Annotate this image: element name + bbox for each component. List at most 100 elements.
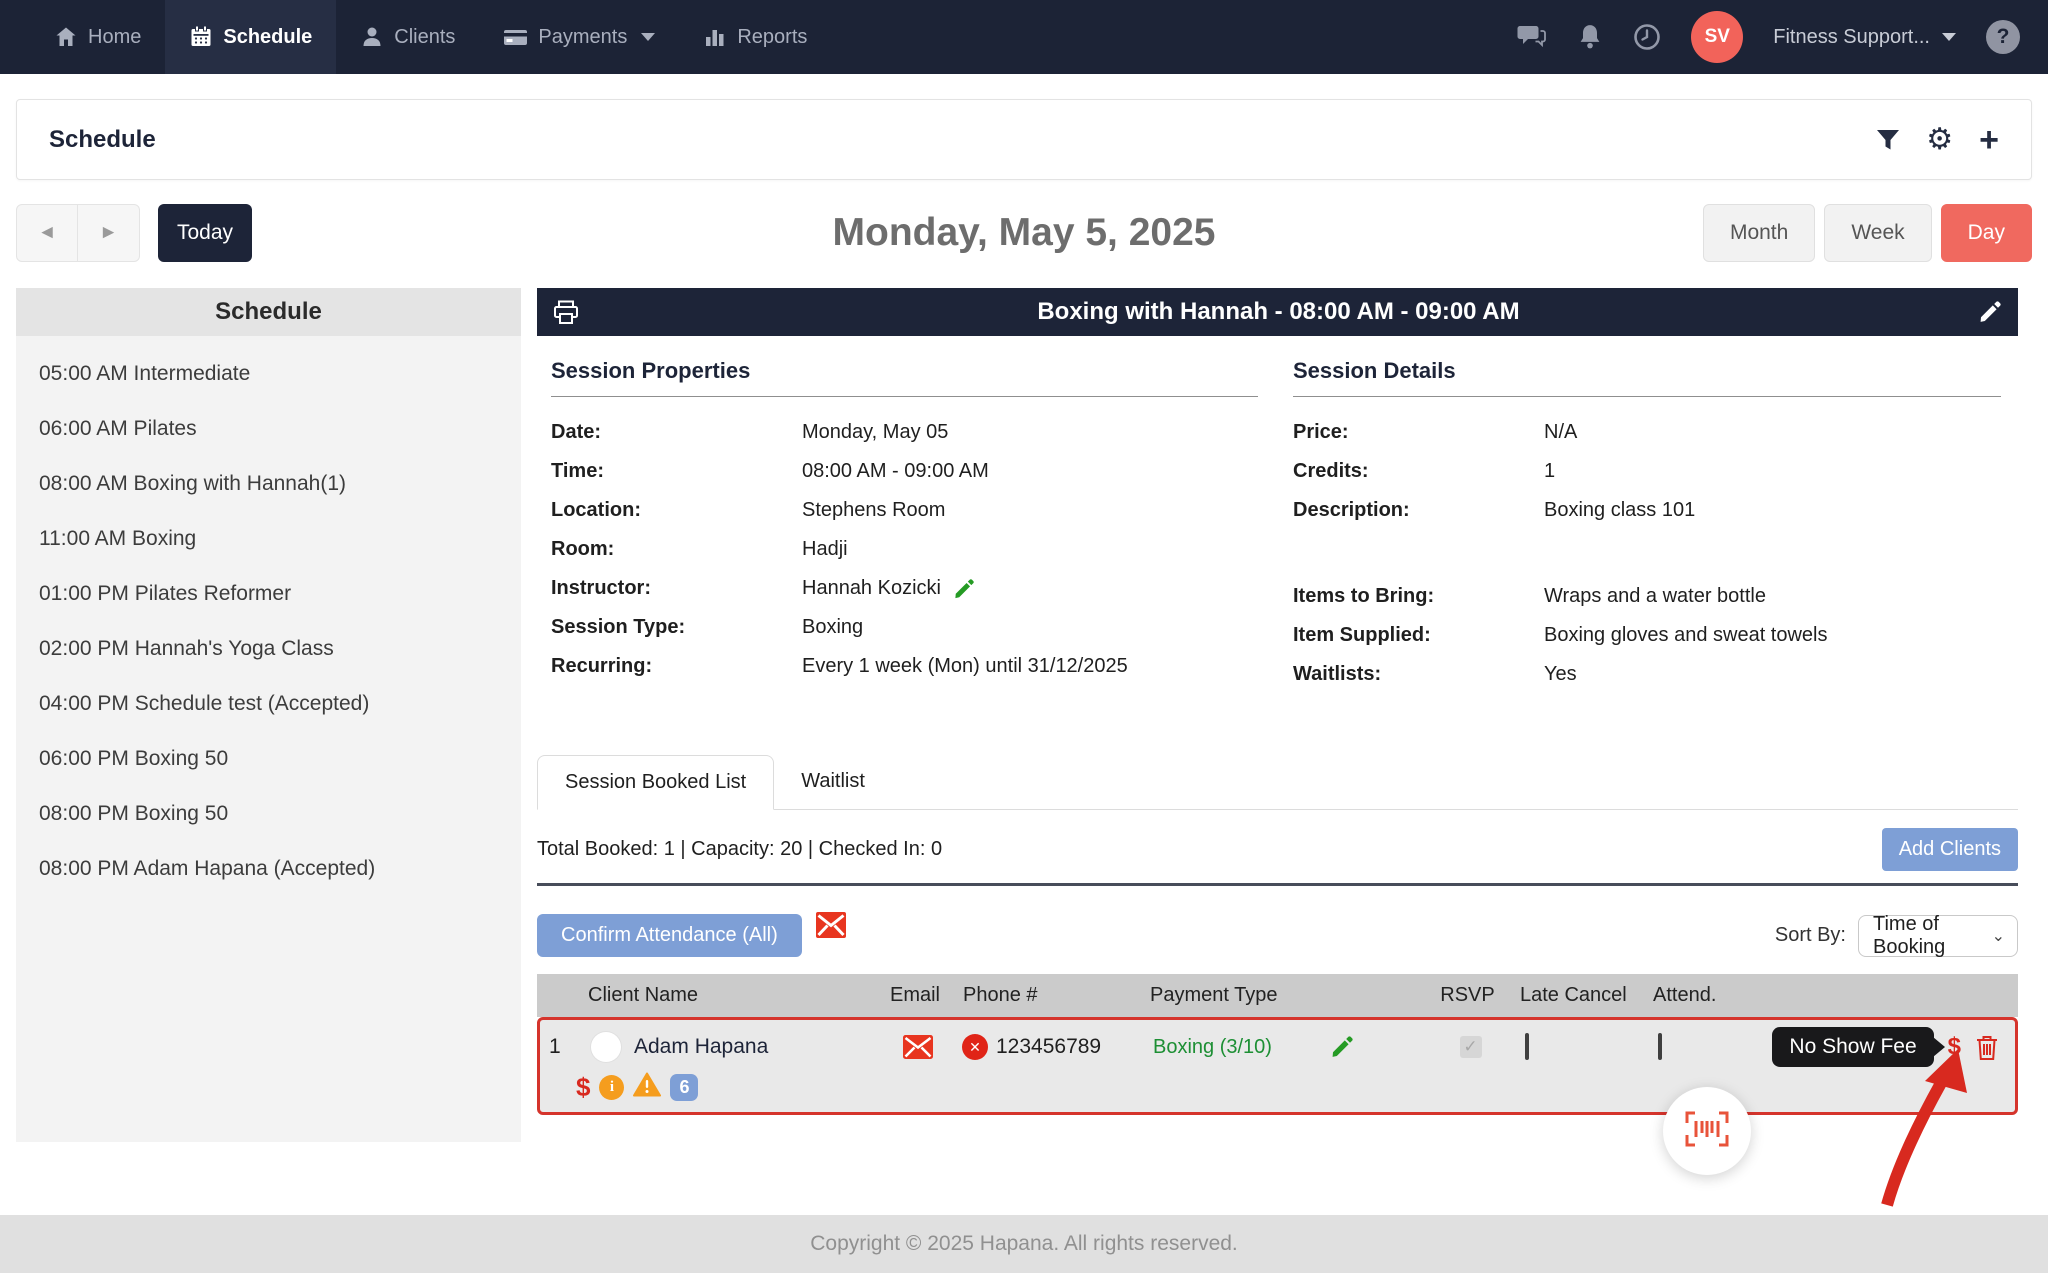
view-switcher: Month Week Day [1703,204,2032,262]
booked-list-header: Client Name Email Phone # Payment Type R… [537,974,2018,1017]
date-arrows: ◄ ► [16,204,140,262]
payment-due-icon[interactable]: $ [576,1072,590,1103]
attend-checkbox[interactable] [1658,1033,1662,1060]
print-icon[interactable] [553,300,579,325]
tab-session-booked-list[interactable]: Session Booked List [537,755,774,810]
chevron-down-icon: ⌄ [1992,926,2005,946]
sidebar-session-item[interactable]: 02:00 PM Hannah's Yoga Class [39,637,511,661]
page-title: Schedule [49,126,156,154]
prev-day-button[interactable]: ◄ [16,204,78,262]
sort-select-value: Time of Booking [1873,913,1992,959]
nav-item-payments[interactable]: Payments [479,0,679,74]
session-properties: Session Properties Date: Monday, May 05 … [551,358,1258,694]
col-header-client-name: Client Name [585,984,885,1007]
content: Schedule 05:00 AM Intermediate 06:00 AM … [16,288,2018,1142]
section-heading: Session Details [1293,358,2001,384]
client-phone: 123456789 [996,1035,1101,1059]
confirm-attendance-button[interactable]: Confirm Attendance (All) [537,914,802,957]
delete-booking-icon[interactable] [1975,1034,1999,1061]
sidebar-session-list: 05:00 AM Intermediate 06:00 AM Pilates 0… [16,336,521,1142]
property-label: Instructor: [551,577,802,600]
property-value: Every 1 week (Mon) until 31/12/2025 [802,655,1128,678]
add-clients-button[interactable]: Add Clients [1882,828,2018,871]
chart-icon [703,25,727,49]
detail-label: Items to Bring: [1293,585,1544,608]
property-row: Time: 08:00 AM - 09:00 AM [551,452,1258,491]
bell-icon[interactable] [1577,23,1603,51]
footer: Copyright © 2025 Hapana. All rights rese… [0,1215,2048,1273]
sidebar-session-item[interactable]: 05:00 AM Intermediate [39,362,511,386]
session-details: Session Details Price: N/A Credits: 1 De… [1293,358,2001,694]
info-icon[interactable]: i [599,1075,624,1100]
property-value: Hadji [802,538,848,561]
plus-icon[interactable]: + [1979,123,1999,157]
sort-select[interactable]: Time of Booking ⌄ [1858,915,2018,957]
payment-type-value: Boxing (3/10) [1153,1036,1272,1059]
tab-waitlist[interactable]: Waitlist [774,755,892,810]
chevron-down-icon [641,33,655,41]
nav-item-home[interactable]: Home [30,0,165,74]
header-actions: ⚙ + [1876,123,1999,157]
day-view-button[interactable]: Day [1941,204,2032,262]
session-panel: Boxing with Hannah - 08:00 AM - 09:00 AM… [537,288,2018,1115]
detail-label: Price: [1293,421,1544,444]
nav-item-schedule[interactable]: Schedule [165,0,336,74]
navbar-right: SV Fitness Support... ? [1517,0,2048,74]
email-all-icon[interactable] [816,912,846,943]
property-label: Date: [551,421,802,444]
avatar[interactable]: SV [1691,11,1743,63]
next-day-button[interactable]: ► [78,204,140,262]
detail-row: Waitlists: Yes [1293,655,2001,694]
clock-icon[interactable] [1633,23,1661,51]
sort-by-label: Sort By: [1775,924,1846,947]
sidebar-session-item[interactable]: 08:00 AM Boxing with Hannah(1) [39,472,511,496]
nav-item-clients[interactable]: Clients [336,0,479,74]
nav-item-label: Home [88,26,141,49]
chevron-down-icon [1942,33,1956,41]
late-cancel-checkbox[interactable] [1525,1033,1529,1060]
email-client-icon[interactable] [903,1035,933,1059]
attendance-toolbar: Confirm Attendance (All) Sort By: Time o… [537,914,2018,957]
property-value: Monday, May 05 [802,421,948,444]
gear-icon[interactable]: ⚙ [1926,125,1953,155]
client-name[interactable]: Adam Hapana [634,1035,768,1059]
week-view-button[interactable]: Week [1824,204,1931,262]
today-button[interactable]: Today [158,204,252,262]
sidebar-session-item[interactable]: 11:00 AM Boxing [39,527,511,551]
calendar-icon [189,25,213,49]
property-row: Room: Hadji [551,530,1258,569]
help-icon[interactable]: ? [1986,20,2020,54]
sidebar-session-item[interactable]: 08:00 PM Adam Hapana (Accepted) [39,857,511,881]
scan-barcode-button[interactable] [1663,1087,1751,1175]
sidebar-session-item[interactable]: 04:00 PM Schedule test (Accepted) [39,692,511,716]
account-label: Fitness Support... [1773,26,1930,49]
session-title: Boxing with Hannah - 08:00 AM - 09:00 AM [579,298,1978,326]
section-heading: Session Properties [551,358,1258,384]
sidebar-session-item[interactable]: 06:00 AM Pilates [39,417,511,441]
sidebar-title: Schedule [16,288,521,336]
month-view-button[interactable]: Month [1703,204,1815,262]
property-label: Time: [551,460,802,483]
detail-row: Items to Bring: Wraps and a water bottle [1293,577,2001,616]
nav-item-reports[interactable]: Reports [679,0,831,74]
nav-item-label: Clients [394,26,455,49]
charge-fee-icon[interactable]: $ [1948,1033,1961,1061]
warning-icon[interactable] [633,1072,661,1102]
detail-value: Yes [1544,663,1577,686]
client-row: 1 Adam Hapana ✕ 123456789 Boxing (3/10) [540,1027,2015,1067]
chat-icon[interactable] [1517,23,1547,51]
sidebar-session-item[interactable]: 08:00 PM Boxing 50 [39,802,511,826]
edit-session-icon[interactable] [1978,300,2002,324]
property-row: Instructor: Hannah Kozicki [551,569,1258,608]
account-menu[interactable]: Fitness Support... [1773,26,1956,49]
edit-payment-icon[interactable] [1330,1035,1354,1059]
detail-label: Item Supplied: [1293,624,1544,647]
copyright-text: Copyright © 2025 Hapana. All rights rese… [810,1232,1238,1256]
section-divider [1293,396,2001,397]
edit-instructor-icon[interactable] [953,578,975,600]
filter-icon[interactable] [1876,129,1900,151]
sidebar-session-item[interactable]: 06:00 PM Boxing 50 [39,747,511,771]
booking-count-badge[interactable]: 6 [670,1074,698,1101]
property-label: Room: [551,538,802,561]
sidebar-session-item[interactable]: 01:00 PM Pilates Reformer [39,582,511,606]
